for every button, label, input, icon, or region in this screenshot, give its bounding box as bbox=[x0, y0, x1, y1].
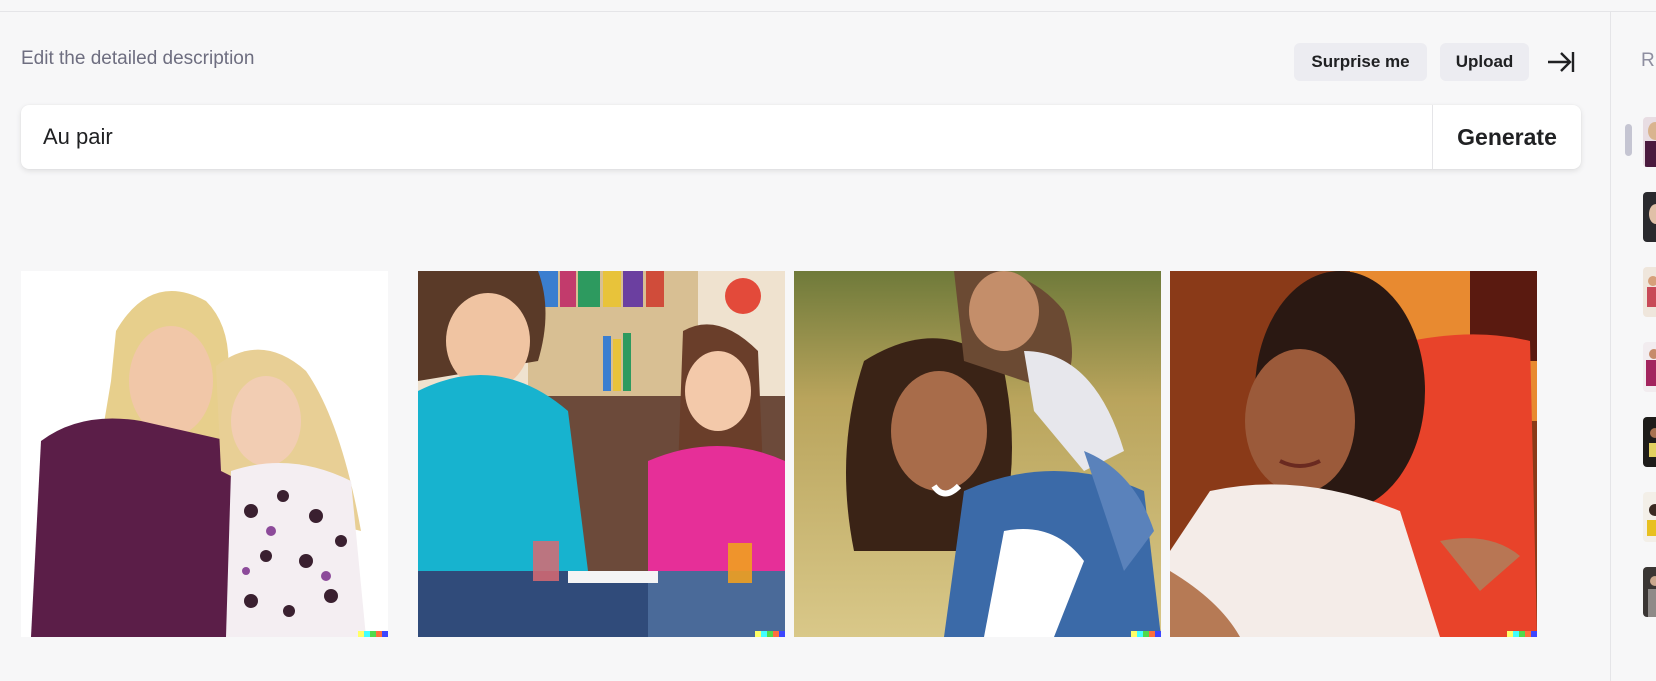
scrollbar[interactable] bbox=[1625, 124, 1632, 156]
history-thumbnail[interactable] bbox=[1643, 267, 1656, 317]
generate-button[interactable]: Generate bbox=[1432, 105, 1581, 169]
history-thumbnail[interactable] bbox=[1643, 492, 1656, 542]
watermark bbox=[755, 631, 785, 637]
history-thumbnail[interactable] bbox=[1643, 117, 1656, 167]
watermark bbox=[1131, 631, 1161, 637]
history-thumbnail[interactable] bbox=[1643, 192, 1656, 242]
history-thumbnail[interactable] bbox=[1643, 417, 1656, 467]
sidebar-title: R bbox=[1641, 50, 1655, 71]
upload-button[interactable]: Upload bbox=[1440, 43, 1529, 81]
result-image-3[interactable] bbox=[794, 271, 1161, 637]
top-bar bbox=[0, 0, 1656, 12]
result-image-1[interactable] bbox=[21, 271, 388, 637]
result-image-4[interactable] bbox=[1170, 271, 1537, 637]
prompt-box: Generate bbox=[21, 105, 1581, 169]
watermark bbox=[358, 631, 388, 637]
main-panel: Edit the detailed description Surprise m… bbox=[0, 12, 1610, 681]
watermark bbox=[1507, 631, 1537, 637]
collapse-sidebar-icon[interactable] bbox=[1546, 49, 1576, 75]
history-thumbnail[interactable] bbox=[1643, 342, 1656, 392]
prompt-input[interactable] bbox=[21, 105, 1432, 169]
surprise-me-button[interactable]: Surprise me bbox=[1294, 43, 1427, 81]
results-grid bbox=[21, 271, 1581, 637]
result-image-2[interactable] bbox=[418, 271, 785, 637]
description-label: Edit the detailed description bbox=[21, 48, 255, 69]
history-thumbnail[interactable] bbox=[1643, 567, 1656, 617]
history-sidebar: R bbox=[1610, 12, 1656, 681]
